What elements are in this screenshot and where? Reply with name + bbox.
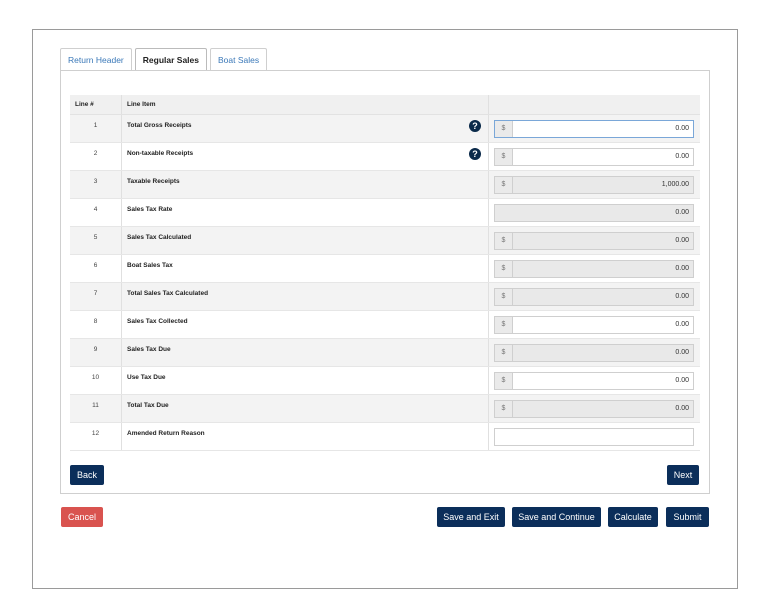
non-taxable-receipts-input[interactable]: $0.00	[494, 148, 694, 166]
line-number: 7	[70, 283, 122, 310]
save-and-continue-button[interactable]: Save and Continue	[512, 507, 601, 527]
table-row: 10 Use Tax Due $0.00	[70, 367, 700, 395]
line-number: 2	[70, 143, 122, 170]
table-row: 2 Non-taxable Receipts? $0.00	[70, 143, 700, 171]
line-number: 9	[70, 339, 122, 366]
line-item-label: Non-taxable Receipts	[127, 150, 194, 157]
table-row: 5 Sales Tax Calculated $0.00	[70, 227, 700, 255]
total-sales-tax-calculated-field: $0.00	[494, 288, 694, 306]
next-button[interactable]: Next	[667, 465, 699, 485]
line-item-label: Boat Sales Tax	[122, 255, 489, 282]
dollar-addon: $	[495, 121, 513, 137]
tab-boat-sales[interactable]: Boat Sales	[210, 48, 268, 71]
use-tax-due-input[interactable]: $0.00	[494, 372, 694, 390]
header-line-number: Line #	[70, 95, 122, 114]
line-number: 11	[70, 395, 122, 422]
line-number: 3	[70, 171, 122, 198]
sales-tax-calculated-field: $0.00	[494, 232, 694, 250]
tab-regular-sales[interactable]: Regular Sales	[134, 48, 207, 71]
sales-table: Line # Line Item 1 Total Gross Receipts?…	[70, 95, 700, 451]
header-line-item: Line Item	[122, 95, 489, 114]
question-circle-icon[interactable]: ?	[469, 120, 481, 132]
line-number: 8	[70, 311, 122, 338]
tab-return-header[interactable]: Return Header	[60, 48, 132, 71]
cancel-button[interactable]: Cancel	[61, 507, 103, 527]
tab-bar: Return Header Regular Sales Boat Sales	[60, 48, 270, 71]
table-row: 4 Sales Tax Rate 0.00	[70, 199, 700, 227]
line-item-label: Amended Return Reason	[122, 423, 489, 450]
save-and-exit-button[interactable]: Save and Exit	[437, 507, 505, 527]
line-item-label: Use Tax Due	[122, 367, 489, 394]
line-item-label: Total Gross Receipts	[127, 122, 192, 129]
line-item-label: Taxable Receipts	[122, 171, 489, 198]
line-number: 4	[70, 199, 122, 226]
table-row: 1 Total Gross Receipts? $0.00	[70, 115, 700, 143]
dollar-addon: $	[495, 373, 513, 389]
line-number: 6	[70, 255, 122, 282]
dollar-addon: $	[495, 261, 513, 277]
line-item-label: Total Sales Tax Calculated	[122, 283, 489, 310]
sales-tax-rate-field: 0.00	[494, 204, 694, 222]
calculate-button[interactable]: Calculate	[608, 507, 658, 527]
line-item-label: Total Tax Due	[122, 395, 489, 422]
line-number: 12	[70, 423, 122, 450]
amended-return-reason-input[interactable]	[494, 428, 694, 446]
dollar-addon: $	[495, 345, 513, 361]
dollar-addon: $	[495, 177, 513, 193]
line-item-label: Sales Tax Calculated	[122, 227, 489, 254]
table-row: 9 Sales Tax Due $0.00	[70, 339, 700, 367]
back-button[interactable]: Back	[70, 465, 104, 485]
submit-button[interactable]: Submit	[666, 507, 709, 527]
taxable-receipts-field: $1,000.00	[494, 176, 694, 194]
total-tax-due-field: $0.00	[494, 400, 694, 418]
header-value	[489, 95, 700, 114]
sales-tax-due-field: $0.00	[494, 344, 694, 362]
dollar-addon: $	[495, 149, 513, 165]
line-item-label: Sales Tax Rate	[122, 199, 489, 226]
table-row: 11 Total Tax Due $0.00	[70, 395, 700, 423]
line-number: 5	[70, 227, 122, 254]
sales-tax-collected-input[interactable]: $0.00	[494, 316, 694, 334]
boat-sales-tax-field: $0.00	[494, 260, 694, 278]
dollar-addon: $	[495, 401, 513, 417]
dollar-addon: $	[495, 317, 513, 333]
dollar-addon: $	[495, 233, 513, 249]
line-number: 10	[70, 367, 122, 394]
line-number: 1	[70, 115, 122, 142]
table-row: 6 Boat Sales Tax $0.00	[70, 255, 700, 283]
table-header: Line # Line Item	[70, 95, 700, 115]
dollar-addon: $	[495, 289, 513, 305]
table-row: 12 Amended Return Reason	[70, 423, 700, 451]
total-gross-receipts-input[interactable]: $0.00	[494, 120, 694, 138]
question-circle-icon[interactable]: ?	[469, 148, 481, 160]
table-row: 7 Total Sales Tax Calculated $0.00	[70, 283, 700, 311]
line-item-label: Sales Tax Collected	[122, 311, 489, 338]
line-item-label: Sales Tax Due	[122, 339, 489, 366]
table-row: 3 Taxable Receipts $1,000.00	[70, 171, 700, 199]
table-row: 8 Sales Tax Collected $0.00	[70, 311, 700, 339]
